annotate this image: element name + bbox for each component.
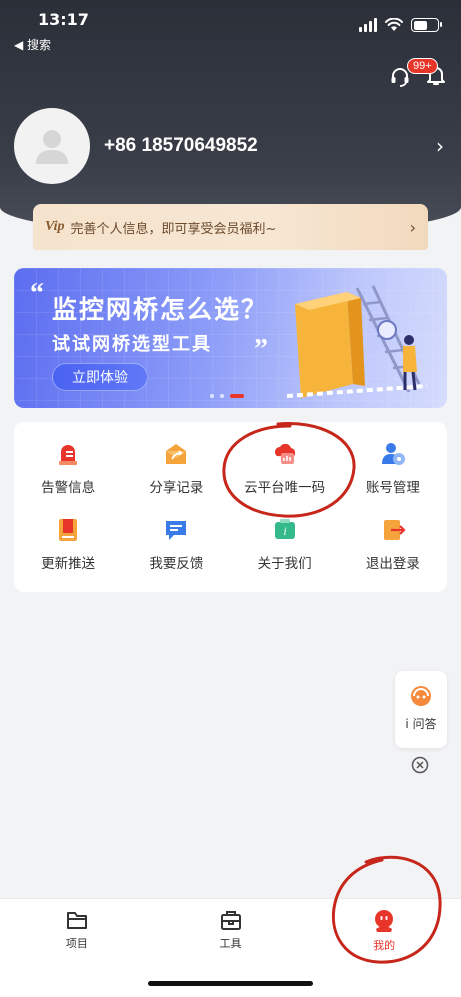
network-bridge-illustration bbox=[286, 285, 427, 398]
vip-logo: Vip bbox=[45, 219, 65, 234]
battery-icon bbox=[411, 18, 442, 32]
notification-bell[interactable]: 99+ bbox=[407, 58, 447, 90]
status-bar: 13:17 ◀ 搜索 bbox=[0, 0, 461, 56]
tab-label: 我的 bbox=[373, 939, 396, 952]
menu-item-label: 分享记录 bbox=[149, 480, 204, 496]
menu-item-label: 更新推送 bbox=[41, 556, 96, 572]
menu-item-label: 云平台唯一码 bbox=[244, 480, 326, 496]
notification-badge: 99+ bbox=[407, 58, 438, 74]
account-icon bbox=[381, 443, 405, 465]
alarm-icon bbox=[59, 445, 78, 465]
menu-item-label: 账号管理 bbox=[365, 480, 420, 496]
info-icon: i bbox=[274, 519, 295, 539]
qa-label: i 问答 bbox=[405, 717, 437, 731]
try-now-button[interactable]: 立即体验 bbox=[52, 363, 148, 391]
default-avatar-icon bbox=[36, 130, 68, 164]
promo-banner[interactable]: “ 监控网桥怎么选？ 试试网桥选型工具 ” 立即体验 bbox=[14, 268, 447, 408]
quote-close-icon: ” bbox=[254, 334, 268, 365]
pager-dot[interactable] bbox=[220, 394, 224, 398]
menu-item-account[interactable]: 账号管理 bbox=[339, 440, 447, 516]
tab-label: 项目 bbox=[65, 937, 88, 950]
svg-text:i: i bbox=[283, 524, 286, 538]
feedback-icon bbox=[166, 521, 187, 540]
pager-dot-active[interactable] bbox=[230, 394, 244, 398]
avatar[interactable] bbox=[14, 108, 90, 184]
share-icon bbox=[166, 444, 187, 464]
back-to-search-link[interactable]: ◀ 搜索 bbox=[14, 36, 51, 53]
user-phone: +86 18570649852 bbox=[104, 135, 258, 156]
chevron-right-icon: › bbox=[409, 217, 416, 237]
chevron-right-icon[interactable]: › bbox=[436, 134, 444, 158]
qa-floating-button[interactable]: i 问答 bbox=[395, 671, 447, 748]
header-actions: 99+ bbox=[389, 58, 447, 90]
quote-open-icon: “ bbox=[30, 278, 44, 309]
banner-pager bbox=[210, 394, 244, 398]
banner-subtitle: 试试网桥选型工具 bbox=[52, 334, 212, 355]
signal-icon bbox=[359, 18, 377, 32]
profile-mascot-icon bbox=[375, 910, 394, 932]
tab-mine[interactable]: 我的 bbox=[307, 899, 461, 997]
menu-item-share[interactable]: 分享记录 bbox=[122, 440, 230, 516]
status-icons bbox=[359, 18, 442, 32]
status-time: 13:17 bbox=[38, 10, 89, 29]
home-indicator bbox=[148, 981, 313, 986]
menu-item-about[interactable]: i 关于我们 bbox=[231, 516, 339, 592]
logout-icon bbox=[383, 520, 406, 540]
menu-item-label: 我要反馈 bbox=[149, 556, 204, 572]
menu-item-label: 告警信息 bbox=[41, 480, 96, 496]
banner-title: 监控网桥怎么选？ bbox=[52, 295, 269, 324]
folder-icon bbox=[66, 912, 87, 929]
menu-item-alarm[interactable]: 告警信息 bbox=[14, 440, 122, 516]
menu-item-feedback[interactable]: 我要反馈 bbox=[122, 516, 230, 592]
cloud-code-icon bbox=[274, 443, 295, 464]
profile-row[interactable]: +86 18570649852 › bbox=[14, 108, 454, 184]
vip-banner[interactable]: Vip 完善个人信息，即可享受会员福利~ › bbox=[33, 204, 428, 250]
qa-assistant-icon bbox=[411, 686, 431, 706]
menu-item-logout[interactable]: 退出登录 bbox=[339, 516, 447, 592]
menu-item-label: 退出登录 bbox=[365, 556, 420, 572]
menu-item-update[interactable]: 更新推送 bbox=[14, 516, 122, 592]
tab-label: 工具 bbox=[219, 937, 242, 950]
tab-projects[interactable]: 项目 bbox=[0, 899, 154, 997]
pager-dot[interactable] bbox=[210, 394, 214, 398]
feature-grid: 告警信息 分享记录 云平台唯一码 账号管理 更新推送 我要反馈 i 关于我们 退… bbox=[14, 422, 447, 592]
menu-item-label: 关于我们 bbox=[257, 556, 312, 572]
close-icon[interactable] bbox=[411, 756, 429, 774]
menu-item-cloud-code[interactable]: 云平台唯一码 bbox=[231, 440, 339, 516]
toolbox-icon bbox=[220, 911, 241, 930]
vip-text: 完善个人信息，即可享受会员福利~ bbox=[70, 221, 277, 237]
update-icon bbox=[59, 519, 78, 541]
wifi-icon bbox=[385, 18, 403, 31]
